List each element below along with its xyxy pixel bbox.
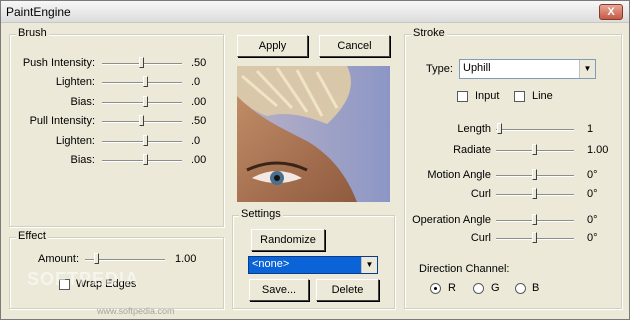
line-checkbox[interactable] bbox=[514, 91, 525, 102]
lighten-pull-thumb[interactable] bbox=[142, 135, 148, 146]
operation-angle-value: 0° bbox=[587, 214, 598, 226]
pull-intensity-label: Pull Intensity: bbox=[29, 115, 95, 127]
bias-pull-value: .00 bbox=[191, 154, 207, 166]
length-value: 1 bbox=[587, 123, 594, 135]
settings-group-title: Settings bbox=[239, 208, 283, 220]
operation-angle-thumb[interactable] bbox=[532, 214, 537, 225]
bias-push-thumb[interactable] bbox=[142, 96, 148, 107]
window-title: PaintEngine bbox=[6, 5, 71, 19]
pull-intensity-value: .50 bbox=[191, 115, 207, 127]
lighten-push-thumb[interactable] bbox=[142, 76, 148, 87]
operation-curl-value: 0° bbox=[587, 232, 598, 244]
close-button[interactable]: X bbox=[599, 4, 623, 20]
length-track[interactable] bbox=[496, 129, 574, 131]
motion-angle-value: 0° bbox=[587, 169, 598, 181]
motion-curl-thumb[interactable] bbox=[532, 188, 537, 199]
amount-thumb[interactable] bbox=[93, 253, 99, 264]
direction-channel-label: Direction Channel: bbox=[419, 263, 510, 275]
apply-button[interactable]: Apply bbox=[237, 35, 308, 57]
input-label: Input bbox=[475, 90, 500, 102]
preview-image bbox=[237, 66, 390, 202]
radiate-value: 1.00 bbox=[587, 144, 609, 156]
bias-push-label: Bias: bbox=[70, 96, 95, 108]
radiate-thumb[interactable] bbox=[532, 144, 537, 155]
channel-g-label: G bbox=[491, 282, 500, 294]
motion-angle-label: Motion Angle bbox=[427, 169, 491, 181]
stroke-type-value: Uphill bbox=[463, 62, 491, 74]
stroke-type-label: Type: bbox=[426, 63, 453, 75]
channel-b-label: B bbox=[532, 282, 540, 294]
channel-r-radio[interactable] bbox=[430, 283, 441, 294]
motion-angle-thumb[interactable] bbox=[532, 169, 537, 180]
effect-group-title: Effect bbox=[16, 230, 48, 242]
amount-value: 1.00 bbox=[175, 253, 197, 265]
length-label: Length bbox=[457, 123, 491, 135]
bias-pull-label: Bias: bbox=[70, 154, 95, 166]
operation-angle-label: Operation Angle bbox=[412, 214, 491, 226]
channel-g-radio[interactable] bbox=[473, 283, 484, 294]
channel-b-radio[interactable] bbox=[515, 283, 526, 294]
softpedia-watermark: SOFTPEDIA bbox=[27, 269, 140, 289]
preset-select[interactable]: <none> ▼ bbox=[248, 256, 378, 274]
length-thumb[interactable] bbox=[497, 123, 503, 134]
bias-pull-thumb[interactable] bbox=[142, 154, 148, 165]
save-button[interactable]: Save... bbox=[249, 279, 309, 301]
preset-select-value: <none> bbox=[252, 258, 290, 270]
stroke-type-select[interactable]: Uphill ▼ bbox=[459, 59, 596, 79]
line-label: Line bbox=[532, 90, 553, 102]
brush-group-title: Brush bbox=[16, 27, 49, 39]
amount-label: Amount: bbox=[38, 253, 79, 265]
bias-push-value: .00 bbox=[191, 96, 207, 108]
randomize-button[interactable]: Randomize bbox=[251, 229, 325, 251]
push-intensity-value: .50 bbox=[191, 57, 207, 69]
lighten-pull-label: Lighten: bbox=[55, 135, 95, 147]
delete-button[interactable]: Delete bbox=[316, 279, 379, 301]
title-bar[interactable]: PaintEngine X bbox=[1, 1, 629, 23]
motion-curl-label: Curl bbox=[470, 188, 491, 200]
channel-r-label: R bbox=[448, 282, 456, 294]
chevron-down-icon[interactable]: ▼ bbox=[579, 60, 595, 78]
motion-curl-value: 0° bbox=[587, 188, 598, 200]
push-intensity-thumb[interactable] bbox=[139, 57, 144, 68]
radio-selected-dot bbox=[434, 287, 437, 290]
stroke-group-title: Stroke bbox=[411, 27, 447, 39]
input-checkbox[interactable] bbox=[457, 91, 468, 102]
paintengine-dialog: PaintEngine X Brush Push Intensity: .50 … bbox=[0, 0, 630, 320]
pull-intensity-thumb[interactable] bbox=[139, 115, 144, 126]
operation-curl-label: Curl bbox=[470, 232, 491, 244]
lighten-push-label: Lighten: bbox=[55, 76, 95, 88]
preview-portrait bbox=[237, 66, 390, 202]
radiate-label: Radiate bbox=[453, 144, 491, 156]
lighten-pull-value: .0 bbox=[191, 135, 201, 147]
chevron-down-icon[interactable]: ▼ bbox=[361, 257, 377, 273]
cancel-button[interactable]: Cancel bbox=[319, 35, 390, 57]
lighten-push-value: .0 bbox=[191, 76, 201, 88]
push-intensity-label: Push Intensity: bbox=[22, 57, 95, 69]
softpedia-watermark-url: www.softpedia.com bbox=[97, 306, 175, 316]
operation-curl-thumb[interactable] bbox=[532, 232, 537, 243]
